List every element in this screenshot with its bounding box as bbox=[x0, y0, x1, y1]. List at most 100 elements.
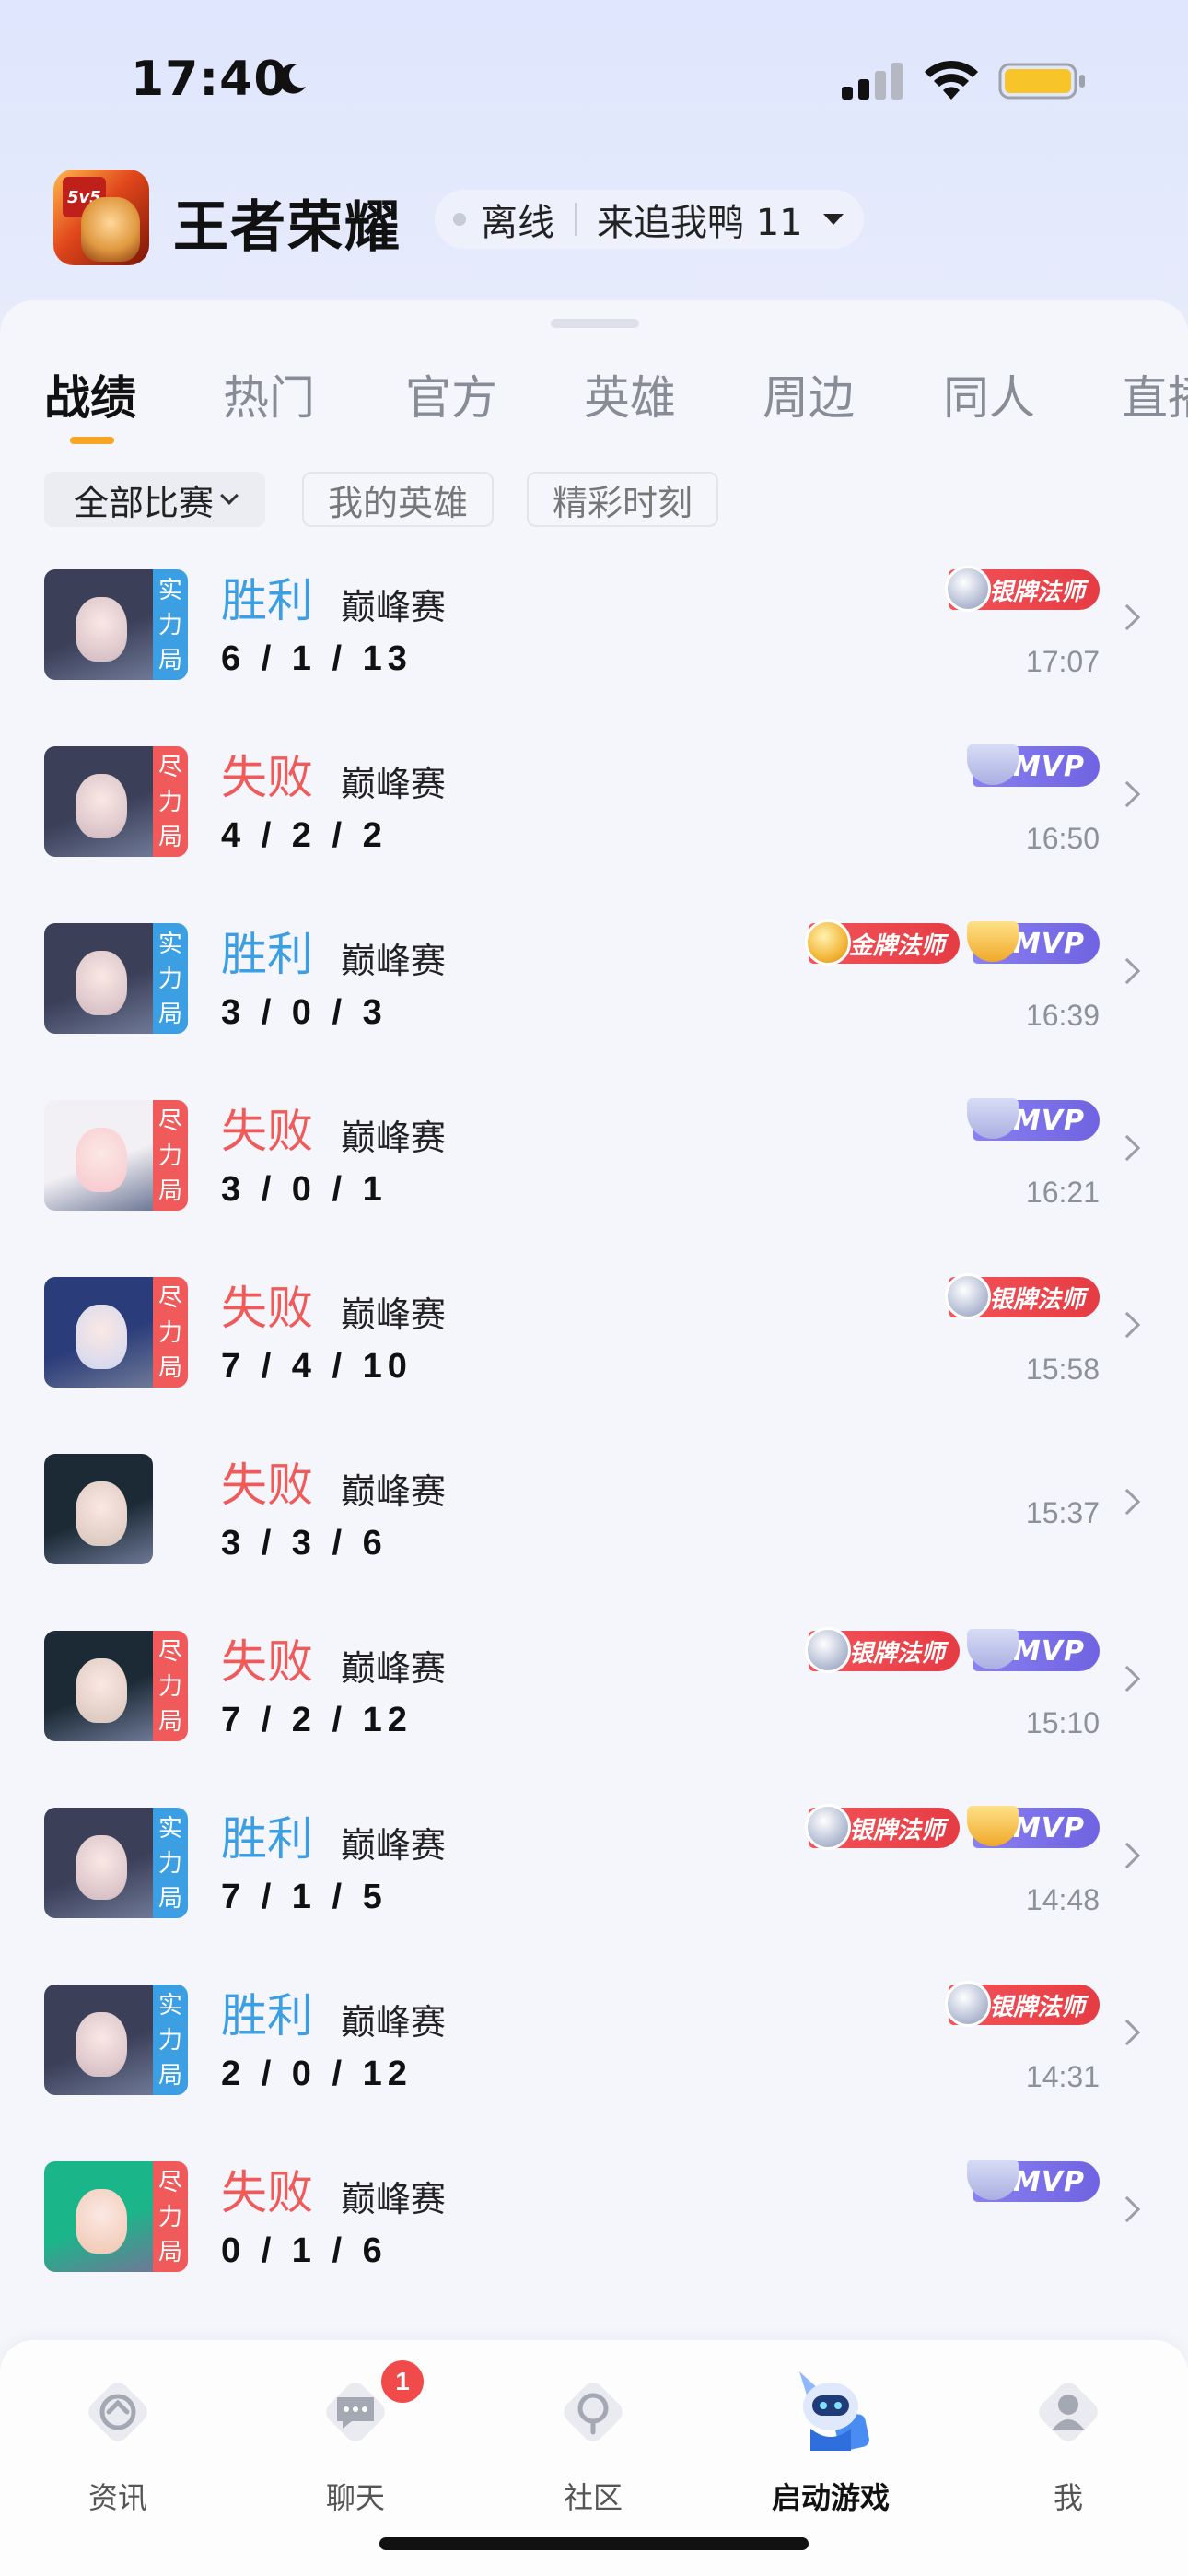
match-quality-tag: 尽力局 bbox=[153, 1277, 188, 1388]
badge-label: MVP bbox=[1013, 1105, 1085, 1137]
hero-avatar bbox=[44, 923, 153, 1034]
filter-all-matches[interactable]: 全部比赛 bbox=[44, 472, 265, 527]
match-time: 17:07 bbox=[1026, 645, 1100, 679]
match-result: 失败 bbox=[221, 741, 313, 807]
achievement-badges: 银牌法师 MVP bbox=[809, 1808, 1100, 1850]
match-time: 15:37 bbox=[1026, 1496, 1100, 1530]
offline-status-dot bbox=[453, 213, 466, 226]
medal-icon bbox=[805, 919, 851, 966]
match-result: 胜利 bbox=[221, 1802, 313, 1868]
hero-avatar bbox=[44, 1454, 153, 1564]
badge-label: MVP bbox=[1013, 751, 1085, 783]
match-result: 失败 bbox=[221, 1095, 313, 1161]
trophy-icon bbox=[967, 921, 1019, 962]
chevron-right-icon bbox=[1114, 2020, 1140, 2045]
silver-medal-badge: 银牌法师 bbox=[949, 1277, 1100, 1317]
badge-label: MVP bbox=[1013, 928, 1085, 960]
match-quality-tag: 尽力局 bbox=[153, 1631, 188, 1741]
achievement-badges: 金牌法师MVP bbox=[809, 923, 1100, 966]
silver-medal-badge: 银牌法师 bbox=[949, 1985, 1100, 2025]
tab-hot[interactable]: 热门 bbox=[223, 361, 315, 427]
silver-medal-badge: 银牌法师 bbox=[809, 1631, 960, 1671]
match-result: 失败 bbox=[221, 1448, 313, 1515]
badge-label: 银牌法师 bbox=[989, 573, 1085, 607]
medal-icon bbox=[945, 1273, 991, 1319]
trophy-icon bbox=[967, 1098, 1019, 1139]
trophy-icon bbox=[967, 744, 1019, 785]
kda-score: 7 / 1 / 5 bbox=[221, 1878, 388, 1917]
sheet-grabber[interactable] bbox=[551, 319, 639, 328]
kda-score: 3 / 3 / 6 bbox=[221, 1524, 388, 1563]
match-quality-tag: 尽力局 bbox=[153, 1100, 188, 1211]
mvp-badge: MVP bbox=[973, 1631, 1100, 1671]
account-switcher[interactable]: 离线 来追我鸭 11 bbox=[435, 190, 864, 249]
match-row[interactable]: 实力局胜利巅峰赛6 / 1 / 13银牌法师17:07 bbox=[0, 556, 1188, 733]
match-row[interactable]: 实力局胜利巅峰赛2 / 0 / 12银牌法师14:31 bbox=[0, 1972, 1188, 2149]
silver-medal-badge: 银牌法师 bbox=[809, 1808, 960, 1848]
tab-merch[interactable]: 周边 bbox=[763, 361, 855, 427]
hero-avatar bbox=[44, 2161, 153, 2272]
match-row[interactable]: 尽力局失败巅峰赛7 / 2 / 12银牌法师MVP15:10 bbox=[0, 1618, 1188, 1795]
nav-launch-game[interactable]: 启动游戏 bbox=[748, 2359, 914, 2543]
match-mode: 巅峰赛 bbox=[341, 1109, 446, 1160]
profile-icon bbox=[1031, 2375, 1105, 2449]
battery-icon bbox=[998, 61, 1087, 101]
hero-avatar bbox=[44, 1808, 153, 1918]
match-row[interactable]: 实力局胜利巅峰赛7 / 1 / 5银牌法师MVP14:48 bbox=[0, 1795, 1188, 1972]
nav-label: 我 bbox=[985, 2475, 1151, 2517]
filter-my-heroes[interactable]: 我的英雄 bbox=[302, 472, 494, 527]
tab-live[interactable]: 直播 bbox=[1122, 361, 1188, 427]
nav-label: 启动游戏 bbox=[748, 2475, 914, 2517]
chevron-right-icon bbox=[1114, 1666, 1140, 1692]
match-time: 16:21 bbox=[1026, 1176, 1100, 1210]
match-row[interactable]: 实力局胜利巅峰赛3 / 0 / 3金牌法师MVP16:39 bbox=[0, 910, 1188, 1087]
news-icon bbox=[81, 2375, 155, 2449]
match-mode: 巅峰赛 bbox=[341, 579, 446, 629]
match-mode: 巅峰赛 bbox=[341, 2171, 446, 2221]
match-result: 失败 bbox=[221, 1625, 313, 1692]
nav-community[interactable]: 社区 bbox=[510, 2359, 676, 2543]
achievement-badges: MVP bbox=[973, 2161, 1100, 2204]
achievement-badges: MVP bbox=[973, 1100, 1100, 1142]
nav-label: 社区 bbox=[510, 2475, 676, 2517]
game-logo: 5v5 bbox=[53, 170, 149, 265]
match-quality-tag: 实力局 bbox=[153, 923, 188, 1034]
filter-label: 全部比赛 bbox=[74, 474, 214, 525]
chevron-right-icon bbox=[1114, 781, 1140, 807]
kda-score: 6 / 1 / 13 bbox=[221, 639, 413, 679]
filter-label: 我的英雄 bbox=[328, 474, 468, 525]
match-row[interactable]: 尽力局失败巅峰赛7 / 4 / 10银牌法师15:58 bbox=[0, 1264, 1188, 1441]
nav-label: 聊天 bbox=[273, 2475, 438, 2517]
match-time: 16:39 bbox=[1026, 999, 1100, 1033]
nav-chat[interactable]: 1 聊天 bbox=[273, 2359, 438, 2543]
tab-heroes[interactable]: 英雄 bbox=[584, 361, 676, 427]
tab-fanworks[interactable]: 同人 bbox=[943, 361, 1035, 427]
silver-medal-badge: 银牌法师 bbox=[949, 569, 1100, 610]
unread-badge: 1 bbox=[381, 2360, 424, 2403]
match-result: 胜利 bbox=[221, 1979, 313, 2045]
match-mode: 巅峰赛 bbox=[341, 1817, 446, 1868]
nav-news[interactable]: 资讯 bbox=[35, 2359, 201, 2543]
match-row[interactable]: 失败巅峰赛3 / 3 / 615:37 bbox=[0, 1441, 1188, 1618]
tab-official[interactable]: 官方 bbox=[405, 361, 497, 427]
tab-record[interactable]: 战绩 bbox=[44, 361, 136, 427]
mvp-badge: MVP bbox=[973, 1808, 1100, 1848]
kda-score: 2 / 0 / 12 bbox=[221, 2055, 413, 2094]
kda-score: 7 / 2 / 12 bbox=[221, 1701, 413, 1740]
kda-score: 4 / 2 / 2 bbox=[221, 816, 388, 856]
match-result: 胜利 bbox=[221, 918, 313, 984]
chevron-right-icon bbox=[1114, 1135, 1140, 1161]
mvp-badge: MVP bbox=[973, 746, 1100, 787]
medal-icon bbox=[805, 1804, 851, 1850]
chevron-right-icon bbox=[1114, 1843, 1140, 1868]
moon-icon bbox=[273, 61, 309, 98]
nav-label: 资讯 bbox=[35, 2475, 201, 2517]
nav-profile[interactable]: 我 bbox=[985, 2359, 1151, 2543]
filter-highlights[interactable]: 精彩时刻 bbox=[527, 472, 718, 527]
match-row[interactable]: 尽力局失败巅峰赛0 / 1 / 6MVP bbox=[0, 2149, 1188, 2325]
match-row[interactable]: 尽力局失败巅峰赛4 / 2 / 2MVP16:50 bbox=[0, 733, 1188, 910]
filter-label: 精彩时刻 bbox=[553, 474, 693, 525]
match-row[interactable]: 尽力局失败巅峰赛3 / 0 / 1MVP16:21 bbox=[0, 1087, 1188, 1264]
hero-avatar bbox=[44, 746, 153, 857]
badge-label: 银牌法师 bbox=[849, 1811, 945, 1845]
